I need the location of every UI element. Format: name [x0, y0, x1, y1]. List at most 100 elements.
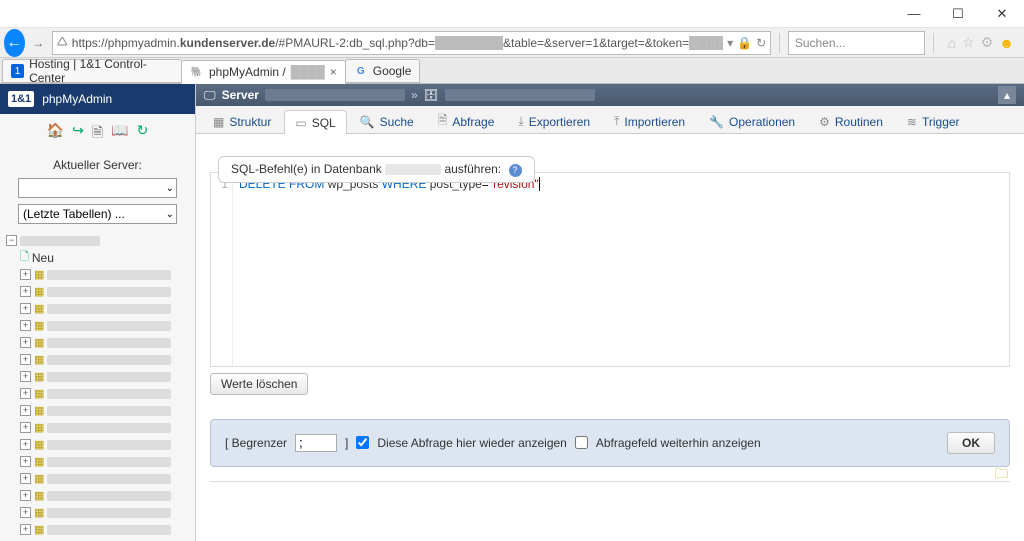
- browser-tab-hosting[interactable]: 1 Hosting | 1&1 Control-Center: [2, 59, 182, 83]
- reload-icon[interactable]: ↻: [756, 36, 766, 50]
- sql-panel-header: SQL-Befehl(e) in Datenbank ausführen: ?: [218, 156, 535, 183]
- tree-item[interactable]: +▦: [20, 402, 191, 419]
- tree-new-label: Neu: [32, 251, 54, 265]
- retain-box-label: Abfragefeld weiterhin anzeigen: [596, 436, 761, 450]
- tree-item[interactable]: +▦: [20, 436, 191, 453]
- site-identity-icon: 🛆: [57, 33, 68, 52]
- database-icon: 🗄: [424, 88, 439, 102]
- gear-icon[interactable]: ⚙: [981, 34, 994, 51]
- window-titlebar: — ☐ ✕: [0, 0, 1024, 28]
- browser-tab-label: phpMyAdmin /: [209, 65, 286, 79]
- window-minimize-button[interactable]: —: [892, 0, 936, 28]
- url-text: https://phpmyadmin.kundenserver.de/#PMAU…: [72, 36, 723, 50]
- browser-tab-label: Hosting | 1&1 Control-Center: [29, 57, 173, 85]
- tree-item[interactable]: +▦: [20, 521, 191, 538]
- window-maximize-button[interactable]: ☐: [936, 0, 980, 28]
- tree-item[interactable]: +▦: [20, 487, 191, 504]
- query-icon: 🗎: [438, 111, 448, 132]
- tree-item[interactable]: +▦: [20, 419, 191, 436]
- bookmark-icon[interactable]: 🗀: [995, 465, 1008, 487]
- import-icon: ⤒: [614, 114, 619, 129]
- nav-back-button[interactable]: ←: [4, 29, 25, 57]
- delimiter-label-close: ]: [345, 436, 348, 450]
- trigger-icon: ≋: [907, 115, 917, 129]
- tab-routinen[interactable]: ⚙Routinen: [808, 109, 894, 133]
- browser-tab-google[interactable]: G Google: [345, 59, 421, 83]
- browser-search-input[interactable]: Suchen...: [788, 31, 925, 55]
- query-options-bar: [ Begrenzer ] Diese Abfrage hier wieder …: [210, 419, 1010, 467]
- tree-item[interactable]: +▦: [20, 351, 191, 368]
- browser-tab-phpmyadmin[interactable]: 🐘 phpMyAdmin / ████ ×: [181, 60, 346, 84]
- lock-icon: 🔒: [737, 36, 752, 50]
- favicon-icon: 1: [11, 64, 24, 78]
- tree-item[interactable]: +▦: [20, 368, 191, 385]
- tab-trigger[interactable]: ≋Trigger: [896, 109, 971, 133]
- dropdown-icon[interactable]: ▾: [727, 36, 733, 50]
- breadcrumb-server-name[interactable]: [265, 89, 405, 101]
- home-icon[interactable]: ⌂: [948, 35, 956, 51]
- close-tab-icon[interactable]: ×: [330, 65, 337, 79]
- browser-navbar: ← → 🛆 https://phpmyadmin.kundenserver.de…: [0, 28, 1024, 58]
- breadcrumb-server-label: Server: [222, 88, 259, 102]
- tab-struktur[interactable]: ▦Struktur: [202, 109, 282, 133]
- sql-icon: ▭: [295, 116, 306, 130]
- home-icon[interactable]: 🏠: [47, 122, 64, 146]
- operations-icon: 🔧: [709, 115, 724, 129]
- server-select[interactable]: ⌄: [18, 178, 177, 198]
- delimiter-input[interactable]: [295, 434, 337, 452]
- reload-icon[interactable]: ↻: [137, 122, 149, 146]
- help-icon[interactable]: ?: [509, 164, 522, 177]
- browser-tab-label: Google: [373, 64, 412, 78]
- tree-item[interactable]: +▦: [20, 385, 191, 402]
- editor-gutter: 1: [211, 173, 233, 366]
- collapse-icon[interactable]: ▴: [998, 86, 1016, 104]
- tree-new[interactable]: 🗋Neu: [20, 249, 191, 266]
- tree-item[interactable]: +▦: [20, 453, 191, 470]
- show-query-again-checkbox[interactable]: [356, 436, 369, 449]
- favorites-icon[interactable]: ☆: [962, 34, 975, 51]
- current-server-label: Aktueller Server:: [0, 154, 195, 176]
- breadcrumb: 🖵 Server » 🗄 ▴: [196, 84, 1024, 106]
- tree-root[interactable]: −: [6, 232, 191, 249]
- tab-sql[interactable]: ▭SQL: [284, 110, 346, 134]
- db-name-placeholder: [385, 164, 441, 175]
- brand-logo: 1&1: [8, 91, 34, 107]
- brand-header: 1&1 phpMyAdmin: [0, 84, 195, 114]
- breadcrumb-db-name[interactable]: [445, 89, 595, 101]
- tree-item[interactable]: +▦: [20, 266, 191, 283]
- tab-abfrage[interactable]: 🗎Abfrage: [427, 109, 506, 133]
- brand-title: phpMyAdmin: [42, 92, 112, 106]
- tab-importieren[interactable]: ⤒Importieren: [603, 109, 696, 133]
- editor-code[interactable]: DELETE FROM wp_posts WHERE post_type="re…: [233, 173, 1009, 366]
- docs-icon[interactable]: 📖: [111, 122, 128, 146]
- divider: [210, 481, 1010, 482]
- ok-button[interactable]: OK: [947, 432, 995, 454]
- sql-editor[interactable]: 1 DELETE FROM wp_posts WHERE post_type="…: [210, 172, 1010, 367]
- sql-icon[interactable]: 🗎: [92, 122, 103, 146]
- tree-item[interactable]: +▦: [20, 334, 191, 351]
- address-bar[interactable]: 🛆 https://phpmyadmin.kundenserver.de/#PM…: [52, 31, 771, 55]
- server-icon: 🖵: [204, 88, 216, 103]
- retain-query-box-checkbox[interactable]: [575, 436, 588, 449]
- pma-tabs: ▦Struktur ▭SQL 🔍Suche 🗎Abfrage ⤓Exportie…: [196, 106, 1024, 134]
- favicon-icon: G: [354, 64, 368, 78]
- content-area: 🖵 Server » 🗄 ▴ ▦Struktur ▭SQL 🔍Suche 🗎Ab…: [196, 84, 1024, 541]
- tree-item[interactable]: +▦: [20, 300, 191, 317]
- nav-forward-button[interactable]: →: [29, 30, 48, 56]
- tree-item[interactable]: +▦: [20, 470, 191, 487]
- tree-item[interactable]: +▦: [20, 504, 191, 521]
- tab-exportieren[interactable]: ⤓Exportieren: [507, 109, 601, 133]
- export-icon: ⤓: [518, 114, 523, 129]
- feedback-icon[interactable]: ☻: [999, 35, 1014, 51]
- tab-suche[interactable]: 🔍Suche: [349, 109, 425, 133]
- delimiter-label: [ Begrenzer: [225, 436, 287, 450]
- logout-icon[interactable]: ↪: [72, 122, 84, 146]
- recent-tables-select[interactable]: (Letzte Tabellen) ... ⌄: [18, 204, 177, 224]
- chevron-down-icon: ⌄: [166, 209, 174, 220]
- tree-item[interactable]: +▦: [20, 317, 191, 334]
- window-close-button[interactable]: ✕: [980, 0, 1024, 28]
- clear-values-button[interactable]: Werte löschen: [210, 373, 308, 395]
- db-tree: − 🗋Neu +▦ +▦ +▦ +▦ +▦ +▦ +▦ +▦ +▦ +▦ +▦ …: [0, 228, 195, 541]
- tab-operationen[interactable]: 🔧Operationen: [698, 109, 806, 133]
- tree-item[interactable]: +▦: [20, 283, 191, 300]
